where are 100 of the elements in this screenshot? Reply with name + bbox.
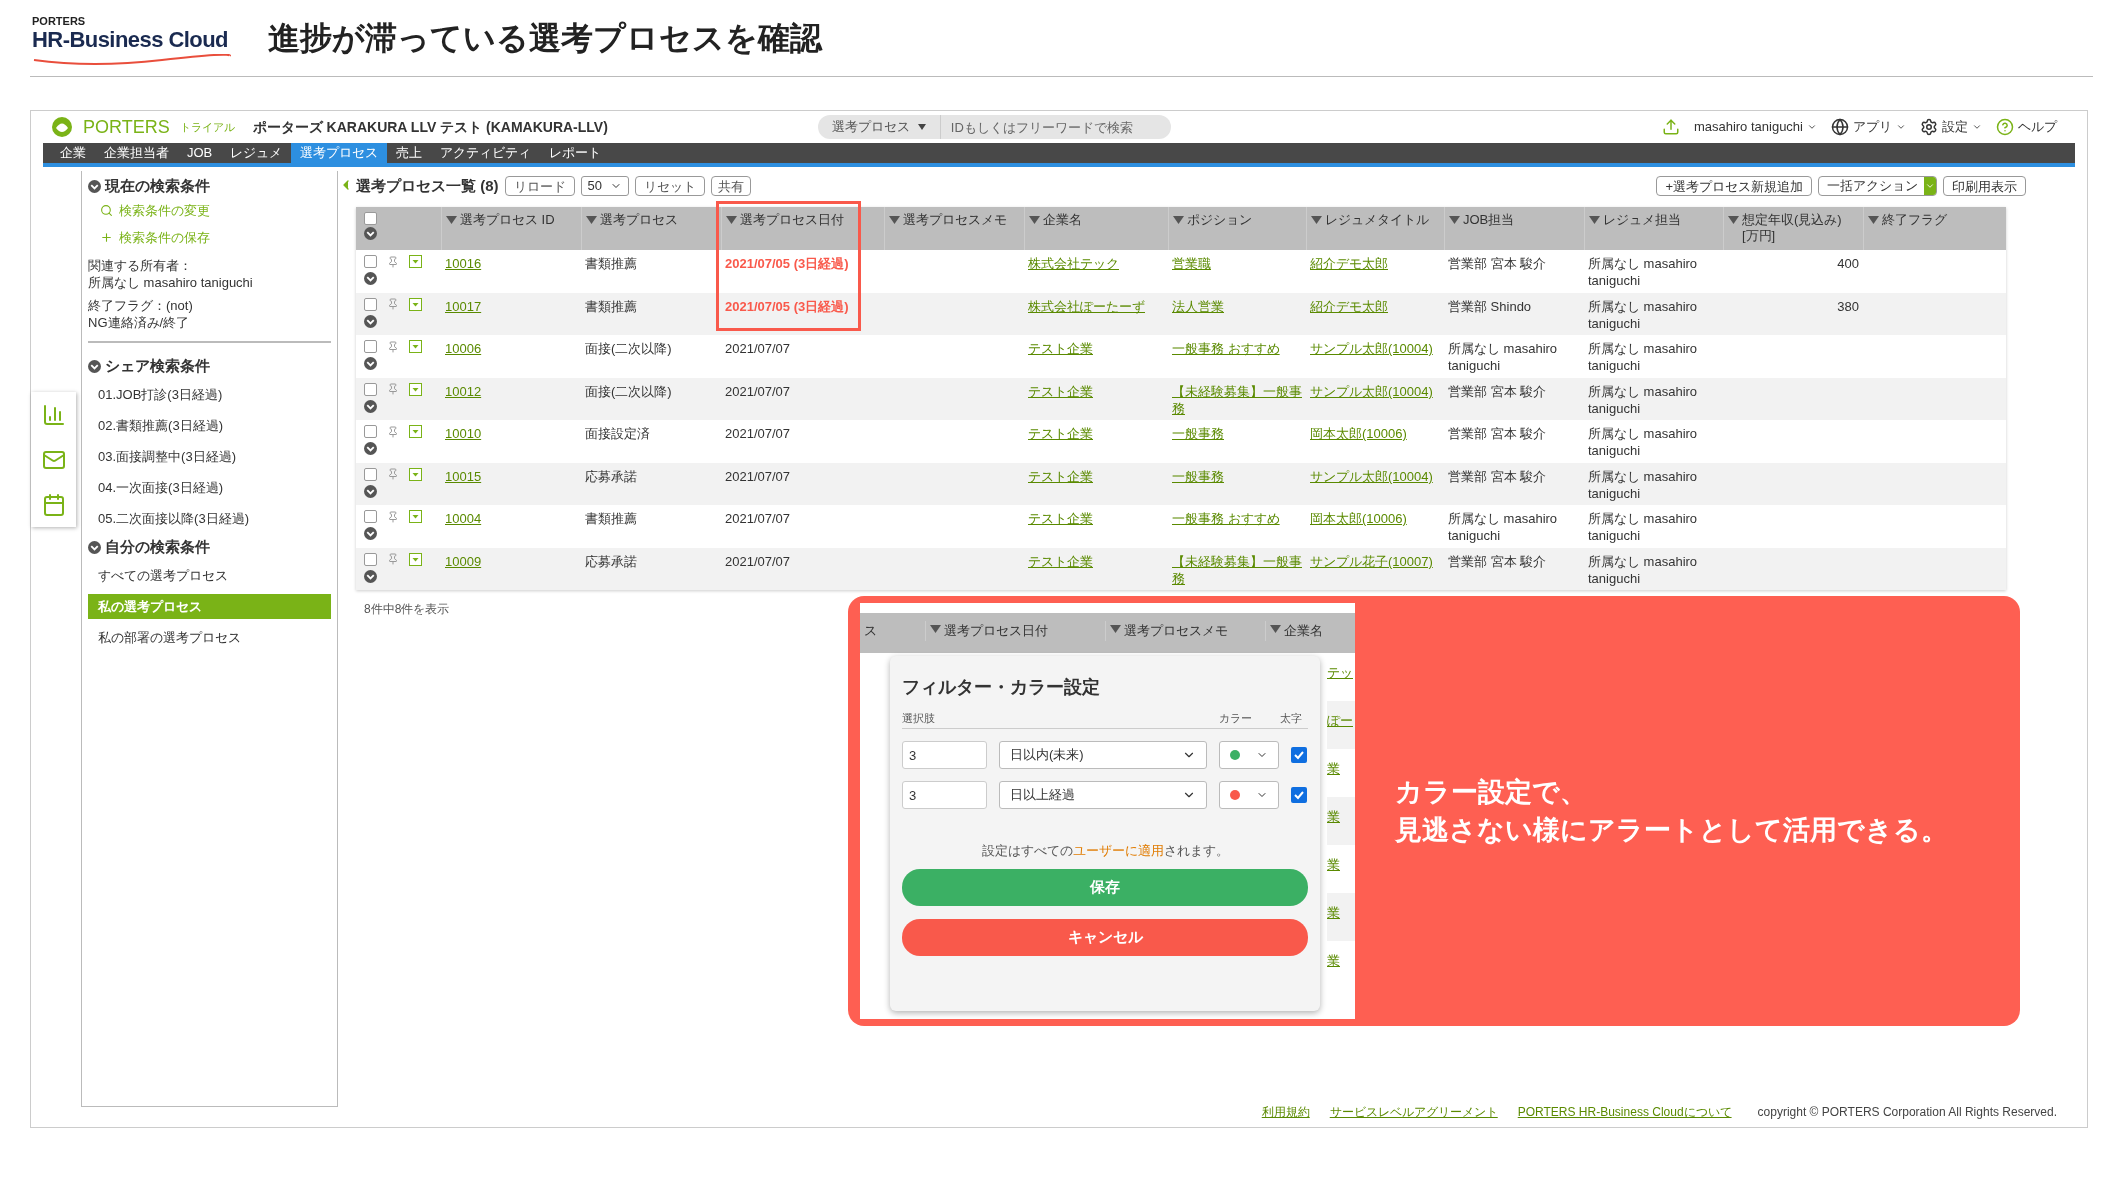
reset-button[interactable]: リセット xyxy=(634,176,705,196)
expand-icon[interactable] xyxy=(364,357,377,370)
pin-icon[interactable] xyxy=(387,340,399,353)
column-header[interactable]: 選考プロセス ID xyxy=(460,212,555,250)
upload-icon[interactable] xyxy=(1661,118,1680,136)
column-header[interactable]: レジュメ担当 xyxy=(1603,212,1681,250)
header-menu[interactable]: ヘルプ xyxy=(1996,117,2057,137)
collapse-icon[interactable] xyxy=(88,540,101,554)
position-link[interactable]: 一般事務 おすすめ xyxy=(1172,340,1280,357)
pin-icon[interactable] xyxy=(387,298,399,310)
position-link[interactable]: 【未経験募集】一般事務 xyxy=(1172,552,1302,587)
resume-link[interactable]: サンプル太郎(10004) xyxy=(1310,467,1433,485)
id-link[interactable]: 10015 xyxy=(445,467,482,485)
days-field[interactable]: 3 xyxy=(902,781,987,809)
page-size-select[interactable]: 50 xyxy=(580,176,629,196)
section-heading[interactable]: シェア検索条件 xyxy=(105,354,210,378)
company-link[interactable]: 株式会社テック xyxy=(1028,255,1119,272)
id-link[interactable]: 10006 xyxy=(445,340,482,357)
condition-select[interactable]: 日以内(未来) xyxy=(999,741,1207,769)
resume-link[interactable]: 紹介デモ太郎 xyxy=(1310,297,1388,315)
collapse-icon[interactable] xyxy=(88,359,101,373)
company-link[interactable]: テスト企業 xyxy=(1028,510,1093,527)
row-checkbox[interactable] xyxy=(364,297,377,311)
column-header[interactable]: 選考プロセス日付 xyxy=(740,212,844,250)
row-checkbox[interactable] xyxy=(364,510,377,523)
id-link[interactable]: 10009 xyxy=(445,552,482,570)
column-header[interactable]: JOB担当 xyxy=(1463,212,1515,250)
pin-icon[interactable] xyxy=(387,553,399,565)
select-all-checkbox[interactable] xyxy=(364,212,377,225)
sidebar-item[interactable]: すべての選考プロセス xyxy=(88,563,331,588)
calendar-icon[interactable] xyxy=(41,492,66,517)
share-button[interactable]: 共有 xyxy=(710,176,751,196)
days-field[interactable]: 3 xyxy=(902,741,987,769)
pin-icon[interactable] xyxy=(387,383,399,395)
position-link[interactable]: 一般事務 xyxy=(1172,467,1224,485)
position-link[interactable]: 【未経験募集】一般事務 xyxy=(1172,382,1302,417)
search-field[interactable]: IDもしくはフリーワードで検索 xyxy=(940,115,1171,139)
row-menu-icon[interactable] xyxy=(409,467,422,481)
sidebar-item[interactable]: 04.一次面接(3日経過) xyxy=(88,475,331,500)
nav-tab[interactable]: 売上 xyxy=(387,143,432,163)
nav-tab[interactable]: 企業 xyxy=(51,143,95,163)
column-header[interactable]: 想定年収(見込み) [万円] xyxy=(1742,212,1842,250)
sidebar-item[interactable]: 03.面接調整中(3日経過) xyxy=(88,444,331,469)
user-menu[interactable]: masahiro taniguchi xyxy=(1693,117,1817,137)
id-link[interactable]: 10012 xyxy=(445,382,482,400)
id-link[interactable]: 10017 xyxy=(445,297,482,315)
resume-link[interactable]: 岡本太郎(10006) xyxy=(1310,425,1407,442)
row-menu-icon[interactable] xyxy=(409,297,422,311)
row-menu-icon[interactable] xyxy=(409,382,422,396)
nav-tab[interactable]: JOB xyxy=(178,143,222,163)
position-link[interactable]: 営業職 xyxy=(1172,255,1211,272)
column-header[interactable]: 選考プロセスメモ xyxy=(903,212,1007,250)
pin-icon[interactable] xyxy=(387,255,399,268)
position-link[interactable]: 一般事務 おすすめ xyxy=(1172,510,1280,527)
search-scope-select[interactable]: 選考プロセス xyxy=(817,115,941,139)
company-link[interactable]: テスト企業 xyxy=(1028,552,1093,570)
expand-icon[interactable] xyxy=(364,399,377,413)
footer-link[interactable]: 利用規約 xyxy=(1261,1103,1310,1121)
sidebar-item[interactable]: 02.書類推薦(3日経過) xyxy=(88,413,331,438)
column-header[interactable]: ポジション xyxy=(1187,212,1252,250)
position-link[interactable]: 法人営業 xyxy=(1172,297,1224,315)
pin-icon[interactable] xyxy=(387,425,399,438)
reload-button[interactable]: リロード xyxy=(504,176,575,196)
nav-tab[interactable]: 企業担当者 xyxy=(95,143,178,163)
expand-icon[interactable] xyxy=(364,272,377,285)
id-link[interactable]: 10004 xyxy=(445,510,482,527)
chart-icon[interactable] xyxy=(41,402,66,427)
sidebar-item[interactable]: 私の部署の選考プロセス xyxy=(88,625,331,650)
header-menu[interactable]: 設定 xyxy=(1920,117,1982,137)
bold-checkbox[interactable] xyxy=(1291,747,1307,763)
nav-tab[interactable]: アクティビティ xyxy=(431,143,541,163)
row-menu-icon[interactable] xyxy=(409,255,422,268)
row-menu-icon[interactable] xyxy=(409,340,422,353)
row-checkbox[interactable] xyxy=(364,425,377,438)
nav-tab[interactable]: レジュメ xyxy=(221,143,292,163)
row-menu-icon[interactable] xyxy=(409,510,422,523)
position-link[interactable]: 一般事務 xyxy=(1172,425,1224,442)
color-select[interactable] xyxy=(1219,781,1279,809)
condition-select[interactable]: 日以上経過 xyxy=(999,781,1207,809)
column-header[interactable]: レジュメタイトル xyxy=(1325,212,1429,250)
company-link[interactable]: テスト企業 xyxy=(1028,382,1093,400)
company-link[interactable]: テスト企業 xyxy=(1028,340,1093,357)
resume-link[interactable]: サンプル太郎(10004) xyxy=(1310,340,1433,357)
expand-icon[interactable] xyxy=(364,227,377,240)
color-select[interactable] xyxy=(1219,741,1279,769)
resume-link[interactable]: 紹介デモ太郎 xyxy=(1310,255,1388,272)
sidebar-item[interactable]: 01.JOB打診(3日経過) xyxy=(88,382,331,407)
expand-icon[interactable] xyxy=(364,527,377,540)
company-link[interactable]: 株式会社ぽーたーず xyxy=(1028,297,1145,315)
id-link[interactable]: 10010 xyxy=(445,425,482,442)
column-header[interactable]: 選考プロセス xyxy=(600,212,678,250)
row-checkbox[interactable] xyxy=(364,467,377,481)
sidebar-item[interactable]: 05.二次面接以降(3日経過) xyxy=(88,506,331,531)
section-heading[interactable]: 現在の検索条件 xyxy=(105,174,210,198)
row-checkbox[interactable] xyxy=(364,340,377,353)
expand-icon[interactable] xyxy=(364,442,377,455)
company-link[interactable]: テスト企業 xyxy=(1028,425,1093,442)
resume-link[interactable]: サンプル花子(10007) xyxy=(1310,552,1433,570)
expand-icon[interactable] xyxy=(364,484,377,498)
footer-link[interactable]: PORTERS HR-Business Cloudについて xyxy=(1517,1103,1732,1121)
